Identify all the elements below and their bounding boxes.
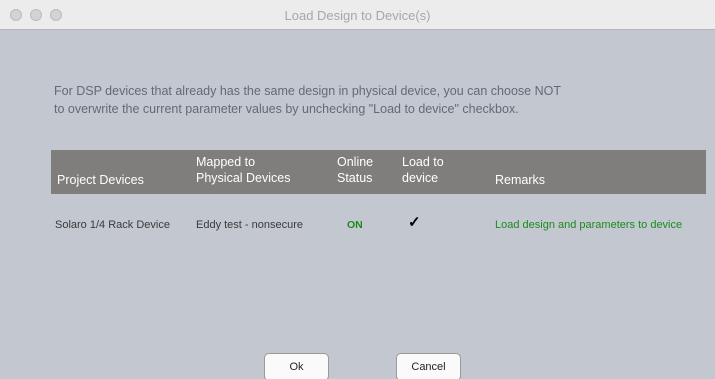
window-title: Load Design to Device(s) xyxy=(284,8,431,23)
table-header: Project Devices Mapped to Physical Devic… xyxy=(51,150,706,194)
description-text: For DSP devices that already has the sam… xyxy=(54,82,654,118)
ok-button[interactable]: Ok xyxy=(264,353,329,379)
table-row: Solaro 1/4 Rack Device Eddy test - nonse… xyxy=(51,212,706,236)
project-device-cell: Solaro 1/4 Rack Device xyxy=(55,219,170,231)
description-line-1: For DSP devices that already has the sam… xyxy=(54,84,561,98)
load-design-dialog: Load Design to Device(s) For DSP devices… xyxy=(0,0,715,379)
header-load-line-1: Load to xyxy=(402,155,444,169)
description-line-2: to overwrite the current parameter value… xyxy=(54,102,519,116)
header-online-line-2: Status xyxy=(337,171,373,185)
header-mapped-devices: Mapped to Physical Devices xyxy=(196,154,290,186)
online-status-cell: ON xyxy=(347,219,363,231)
header-load-line-2: device xyxy=(402,171,439,185)
checkmark-icon: ✓ xyxy=(408,214,421,231)
remarks-cell: Load design and parameters to device xyxy=(495,219,683,231)
load-to-device-checkbox[interactable]: ✓ xyxy=(408,215,421,230)
header-project-devices: Project Devices xyxy=(57,173,144,187)
header-online-line-1: Online xyxy=(337,155,374,169)
header-mapped-line-2: Physical Devices xyxy=(196,171,291,185)
header-remarks: Remarks xyxy=(495,173,546,187)
header-online-status: Online Status xyxy=(337,154,373,186)
physical-device-cell: Eddy test - nonsecure xyxy=(196,219,304,231)
cancel-button[interactable]: Cancel xyxy=(396,353,461,379)
header-mapped-line-1: Mapped to xyxy=(196,155,256,169)
header-load-to-device: Load to device xyxy=(402,154,444,186)
title-bar: Load Design to Device(s) xyxy=(0,0,715,30)
